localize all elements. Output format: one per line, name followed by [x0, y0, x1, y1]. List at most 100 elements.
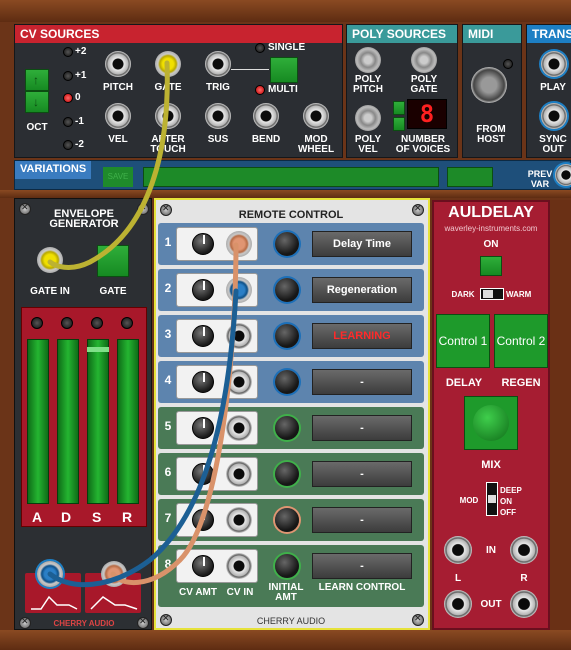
multi-mode-label: MULTI	[268, 84, 298, 95]
gate-jack-patched[interactable]	[155, 51, 181, 77]
mod-switch[interactable]	[486, 482, 498, 516]
control-2-knob[interactable]: Control 2	[494, 314, 548, 368]
variation-number-display	[447, 167, 493, 187]
cv-in-jack-blue-patched[interactable]	[226, 277, 252, 303]
mix-knob[interactable]	[473, 405, 509, 441]
trig-jack[interactable]	[205, 51, 231, 77]
cv-in-jack[interactable]	[226, 553, 252, 579]
pitch-jack[interactable]	[105, 51, 131, 77]
cv-amt-knob[interactable]	[192, 555, 214, 577]
poly-vel-label: POLY VEL	[354, 134, 382, 155]
cv-in-jack[interactable]	[226, 369, 252, 395]
initial-amt-knob[interactable]	[275, 416, 299, 440]
single-mode-led	[255, 43, 265, 53]
cv-amt-knob[interactable]	[192, 279, 214, 301]
initial-amt-knob[interactable]	[275, 554, 299, 578]
cv-in-jack-orange-patched[interactable]	[226, 231, 252, 257]
octave-led-minus1	[63, 117, 73, 127]
row-number: 3	[164, 327, 172, 341]
cv-amt-knob[interactable]	[192, 233, 214, 255]
sustain-slider-handle[interactable]	[87, 347, 109, 352]
screw-icon	[19, 202, 31, 215]
decay-label: D	[61, 509, 72, 525]
cv-amt-knob[interactable]	[192, 463, 214, 485]
env-out-jack-blue-patched[interactable]	[37, 561, 63, 587]
sustain-slider[interactable]	[87, 339, 109, 504]
in-label: IN	[486, 545, 496, 556]
octave-down-button[interactable]: ↓	[25, 91, 49, 113]
poly-sources-title: POLY SOURCES	[347, 25, 457, 43]
screw-icon	[412, 203, 424, 216]
mod-label: MOD	[459, 496, 479, 505]
gate-in-jack-patched[interactable]	[37, 247, 63, 273]
poly-pitch-jack[interactable]	[355, 47, 381, 73]
aftertouch-jack[interactable]	[155, 103, 181, 129]
cv-amt-knob[interactable]	[192, 509, 214, 531]
play-jack[interactable]	[541, 51, 567, 77]
screw-icon	[19, 616, 31, 629]
auldelay-title: AULDELAY	[448, 204, 534, 221]
learn-display[interactable]: -	[312, 369, 412, 395]
output-right-jack[interactable]	[510, 590, 538, 618]
screw-icon	[160, 203, 172, 216]
dark-warm-switch[interactable]	[480, 288, 504, 300]
octave-up-button[interactable]: ↑	[25, 69, 49, 91]
transport-title: TRANS	[527, 25, 571, 43]
bend-jack[interactable]	[253, 103, 279, 129]
cv-in-jack[interactable]	[226, 507, 252, 533]
control-1-knob[interactable]: Control 1	[436, 314, 490, 368]
sustain-label: S	[92, 509, 102, 525]
envelope-title: ENVELOPE GENERATOR	[49, 208, 119, 230]
voices-up-button[interactable]	[393, 101, 405, 115]
attack-slider[interactable]	[27, 339, 49, 504]
octave-led-minus2	[63, 140, 73, 150]
learn-display[interactable]: Delay Time	[312, 231, 412, 257]
cv-in-jack[interactable]	[226, 461, 252, 487]
save-button[interactable]: SAVE	[103, 167, 133, 187]
remote-row-3: 3 LEARNING	[158, 315, 424, 357]
cv-amt-knob[interactable]	[192, 417, 214, 439]
mod-option-off: OFF	[500, 508, 516, 517]
sus-jack[interactable]	[205, 103, 231, 129]
initial-amt-knob[interactable]	[275, 370, 299, 394]
release-slider[interactable]	[117, 339, 139, 504]
attack-led	[31, 317, 43, 329]
initial-amt-knob[interactable]	[275, 462, 299, 486]
mod-wheel-jack[interactable]	[303, 103, 329, 129]
initial-amt-knob[interactable]	[275, 232, 299, 256]
learn-display[interactable]: -	[312, 415, 412, 441]
mode-toggle-button[interactable]	[270, 57, 298, 83]
midi-din-icon[interactable]	[471, 67, 507, 103]
poly-gate-jack[interactable]	[411, 47, 437, 73]
midi-panel: MIDI FROM HOST	[462, 24, 522, 158]
power-button[interactable]	[480, 256, 502, 276]
input-left-jack[interactable]	[444, 536, 472, 564]
voices-down-button[interactable]	[393, 117, 405, 131]
cv-in-jack[interactable]	[226, 415, 252, 441]
cv-in-jack[interactable]	[226, 323, 252, 349]
initial-amt-knob[interactable]	[275, 324, 299, 348]
warm-label: WARM	[506, 290, 532, 299]
cv-amt-knob[interactable]	[192, 371, 214, 393]
poly-vel-jack[interactable]	[355, 105, 381, 131]
mod-wheel-label: MOD WHEEL	[297, 134, 335, 155]
learn-display[interactable]: -	[312, 507, 412, 533]
sync-out-jack[interactable]	[541, 103, 567, 129]
input-right-jack[interactable]	[510, 536, 538, 564]
output-left-jack[interactable]	[444, 590, 472, 618]
cv-amt-knob[interactable]	[192, 325, 214, 347]
initial-amt-knob[interactable]	[275, 508, 299, 532]
wood-middle-rail	[0, 190, 571, 198]
multi-mode-led	[255, 85, 265, 95]
vel-jack[interactable]	[105, 103, 131, 129]
learn-display[interactable]: -	[312, 461, 412, 487]
learn-display-learning[interactable]: LEARNING	[312, 323, 412, 349]
learn-display[interactable]: Regeneration	[312, 277, 412, 303]
gate-button[interactable]	[97, 245, 129, 277]
env-out-jack-orange-patched[interactable]	[101, 561, 127, 587]
learn-display[interactable]: -	[312, 553, 412, 579]
decay-slider[interactable]	[57, 339, 79, 504]
remote-row-4: 4 -	[158, 361, 424, 403]
prev-var-jack[interactable]	[555, 164, 571, 186]
initial-amt-knob[interactable]	[275, 278, 299, 302]
